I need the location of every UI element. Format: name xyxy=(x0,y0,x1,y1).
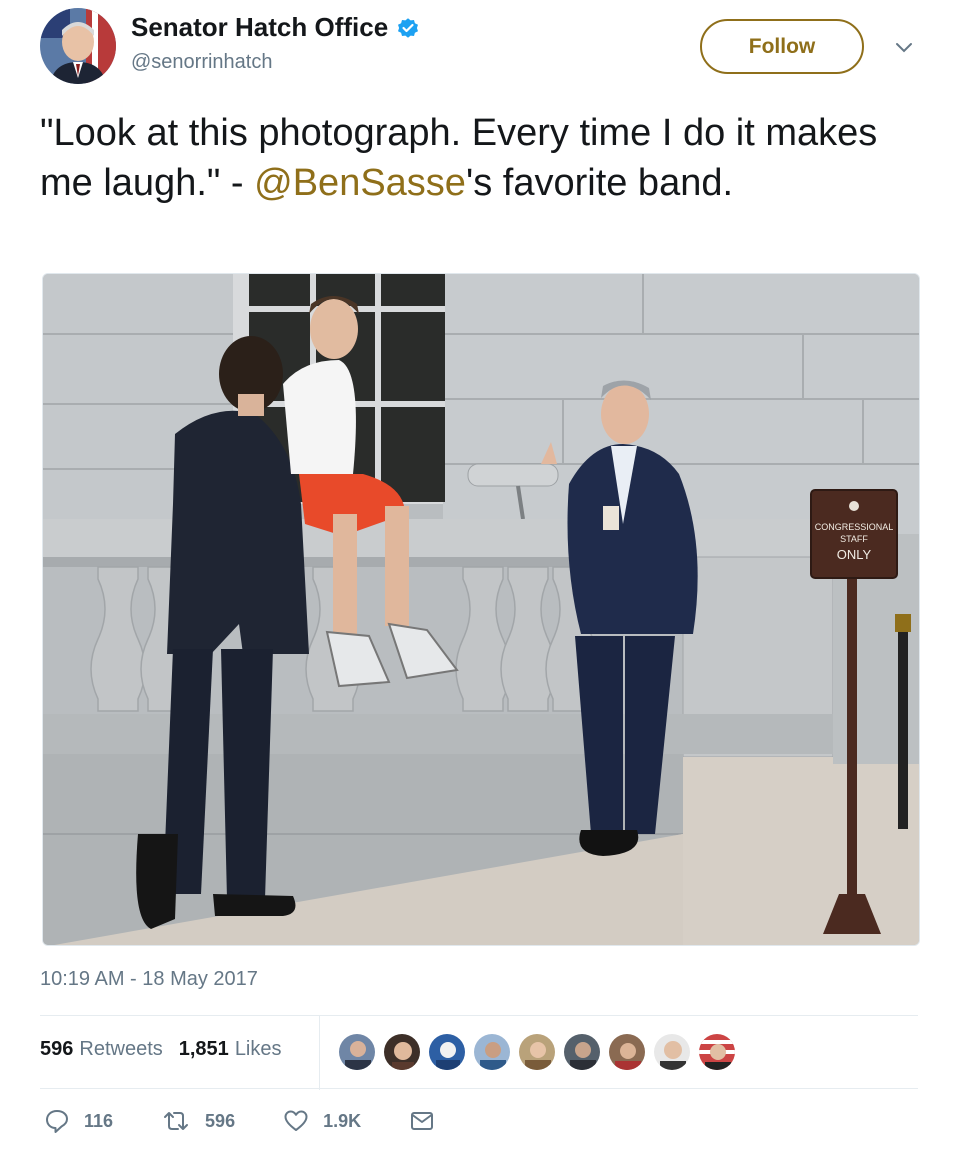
chevron-down-icon[interactable] xyxy=(893,36,915,58)
liker-avatar[interactable] xyxy=(428,1033,466,1071)
retweet-count: 596 xyxy=(205,1110,236,1131)
tweet-text-after: 's favorite band. xyxy=(465,162,734,204)
liker-avatar[interactable] xyxy=(698,1033,736,1071)
avatar[interactable] xyxy=(40,8,116,84)
account-handle[interactable]: @senorrinhatch xyxy=(131,51,272,74)
liker-avatar[interactable] xyxy=(563,1033,601,1071)
likes-label[interactable]: Likes xyxy=(235,1038,282,1061)
reply-icon xyxy=(46,1110,68,1133)
tweet-timestamp[interactable]: 10:19 AM - 18 May 2017 xyxy=(40,968,258,991)
liker-avatars xyxy=(338,1033,743,1071)
retweet-icon xyxy=(164,1112,189,1130)
sign-line-3: ONLY xyxy=(837,547,872,562)
divider-bottom xyxy=(40,1088,918,1089)
liker-avatar[interactable] xyxy=(338,1033,376,1071)
tweet-photo[interactable]: CONGRESSIONAL STAFF ONLY xyxy=(42,273,920,946)
direct-message-button[interactable] xyxy=(409,1108,449,1134)
sign-line-2: STAFF xyxy=(840,534,868,544)
envelope-icon xyxy=(411,1112,434,1130)
likes-count[interactable]: 1,851 xyxy=(179,1038,229,1061)
mention-link[interactable]: @BenSasse xyxy=(254,162,466,204)
liker-avatar[interactable] xyxy=(608,1033,646,1071)
heart-icon xyxy=(284,1110,308,1131)
tweet-text: "Look at this photograph. Every time I d… xyxy=(40,108,920,208)
divider-top xyxy=(40,1015,918,1016)
reply-button[interactable]: 116 xyxy=(44,1108,113,1134)
verified-badge-icon xyxy=(398,17,419,38)
sign-line-1: CONGRESSIONAL xyxy=(815,522,894,532)
stats-divider xyxy=(319,1016,320,1090)
retweet-button[interactable]: 596 xyxy=(161,1108,235,1134)
retweets-label[interactable]: Retweets xyxy=(79,1038,162,1061)
liker-avatar[interactable] xyxy=(518,1033,556,1071)
liker-avatar[interactable] xyxy=(653,1033,691,1071)
liker-avatar[interactable] xyxy=(383,1033,421,1071)
display-name[interactable]: Senator Hatch Office xyxy=(131,12,388,43)
tweet-actions: 116 596 1.9K xyxy=(44,1108,497,1134)
reply-count: 116 xyxy=(84,1110,114,1131)
retweets-count[interactable]: 596 xyxy=(40,1038,73,1061)
like-button[interactable]: 1.9K xyxy=(283,1108,361,1134)
follow-button[interactable]: Follow xyxy=(700,19,864,74)
like-count: 1.9K xyxy=(323,1110,362,1131)
liker-avatar[interactable] xyxy=(473,1033,511,1071)
engagement-stats: 596 Retweets 1,851 Likes xyxy=(40,1038,282,1061)
